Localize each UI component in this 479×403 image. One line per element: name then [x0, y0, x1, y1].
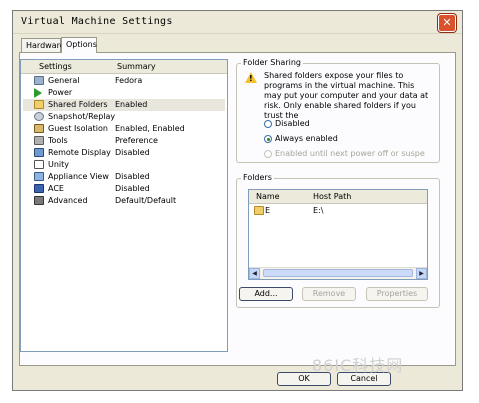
list-item-appliance-view[interactable]: Appliance View Disabled: [23, 171, 225, 183]
list-item-label: Snapshot/Replay: [48, 112, 116, 121]
name-column-header[interactable]: Name: [256, 192, 280, 201]
radio-disabled-label[interactable]: Disabled: [275, 119, 310, 128]
list-item-unity[interactable]: Unity: [23, 159, 225, 171]
watermark-text: 86IC科技网: [312, 356, 404, 375]
settings-column-header[interactable]: Settings: [39, 62, 72, 71]
host-path-column-header[interactable]: Host Path: [313, 192, 351, 201]
list-item-remote-display[interactable]: Remote Display Disabled: [23, 147, 225, 159]
advanced-icon: [34, 196, 44, 205]
folder-sharing-description: Shared folders expose your files to prog…: [264, 71, 429, 120]
folder-sharing-label: Folder Sharing: [241, 58, 303, 67]
radio-always-enabled-label[interactable]: Always enabled: [275, 134, 338, 143]
list-item-label: Advanced: [48, 196, 88, 205]
list-item-guest-isolation[interactable]: Guest Isolation Enabled, Enabled: [23, 123, 225, 135]
list-item-advanced[interactable]: Advanced Default/Default: [23, 195, 225, 207]
settings-list[interactable]: Settings Summary General Fedora Power Sh…: [20, 59, 228, 352]
folder-icon: [34, 100, 44, 109]
warning-icon: !: [245, 72, 257, 83]
list-item-label: ACE: [48, 184, 64, 193]
list-item-summary: Enabled: [115, 100, 148, 109]
scroll-thumb[interactable]: [263, 269, 413, 277]
list-item-summary: Disabled: [115, 172, 150, 181]
snapshot-icon: [34, 112, 44, 121]
list-item-label: General: [48, 76, 80, 85]
list-item-label: Unity: [48, 160, 70, 169]
list-item-label: Appliance View: [48, 172, 109, 181]
tab-hardware[interactable]: Hardware: [21, 38, 65, 52]
horizontal-scrollbar[interactable]: ◀ ▶: [249, 267, 427, 279]
remote-display-icon: [34, 148, 44, 157]
title-bar[interactable]: Virtual Machine Settings ✕: [13, 11, 462, 34]
list-item-ace[interactable]: ACE Disabled: [23, 183, 225, 195]
folders-list-header: Name Host Path: [249, 190, 427, 204]
list-item-label: Tools: [48, 136, 68, 145]
general-icon: [34, 76, 44, 85]
list-item-summary: Disabled: [115, 184, 150, 193]
ace-icon: [34, 184, 44, 193]
settings-list-header: Settings Summary: [21, 60, 227, 74]
folder-name: E: [265, 206, 271, 215]
list-item-summary: Default/Default: [115, 196, 177, 205]
list-item-summary: Preference: [115, 136, 158, 145]
power-icon: [34, 88, 42, 98]
add-button[interactable]: Add...: [239, 287, 293, 301]
list-item-power[interactable]: Power: [23, 87, 225, 99]
unity-icon: [34, 160, 44, 169]
tab-options-label: Options: [66, 40, 97, 49]
radio-disabled[interactable]: [264, 120, 272, 128]
appliance-icon: [34, 172, 44, 181]
tools-icon: [34, 136, 44, 145]
radio-always-enabled[interactable]: [264, 135, 272, 143]
scroll-left-icon[interactable]: ◀: [249, 268, 260, 279]
list-item-label: Shared Folders: [48, 100, 108, 109]
folder-icon: [254, 206, 264, 215]
folder-host-path: E:\: [313, 206, 324, 215]
list-item-label: Power: [48, 88, 73, 97]
properties-button[interactable]: Properties: [366, 287, 428, 301]
radio-enabled-until-power-off-label[interactable]: Enabled until next power off or suspe: [275, 149, 425, 158]
list-item-summary: Disabled: [115, 148, 150, 157]
list-item-general[interactable]: General Fedora: [23, 75, 225, 87]
close-icon[interactable]: ✕: [438, 14, 456, 32]
summary-column-header[interactable]: Summary: [117, 62, 156, 71]
lock-icon: [34, 124, 44, 133]
list-item-label: Remote Display: [48, 148, 111, 157]
window-title: Virtual Machine Settings: [21, 16, 173, 27]
list-item-summary: Enabled, Enabled: [115, 124, 185, 133]
radio-enabled-until-power-off[interactable]: [264, 150, 272, 158]
list-item-snapshot-replay[interactable]: Snapshot/Replay: [23, 111, 225, 123]
scroll-right-icon[interactable]: ▶: [416, 268, 427, 279]
folders-label: Folders: [241, 173, 274, 182]
folders-list[interactable]: Name Host Path E E:\ ◀ ▶: [248, 189, 428, 280]
tab-hardware-label: Hardware: [26, 41, 65, 50]
list-item-shared-folders[interactable]: Shared Folders Enabled: [23, 99, 225, 111]
list-item-label: Guest Isolation: [48, 124, 108, 133]
list-item-tools[interactable]: Tools Preference: [23, 135, 225, 147]
tab-options[interactable]: Options: [61, 37, 97, 53]
list-item-summary: Fedora: [115, 76, 143, 85]
remove-button[interactable]: Remove: [302, 287, 356, 301]
table-row[interactable]: E E:\: [251, 205, 425, 217]
